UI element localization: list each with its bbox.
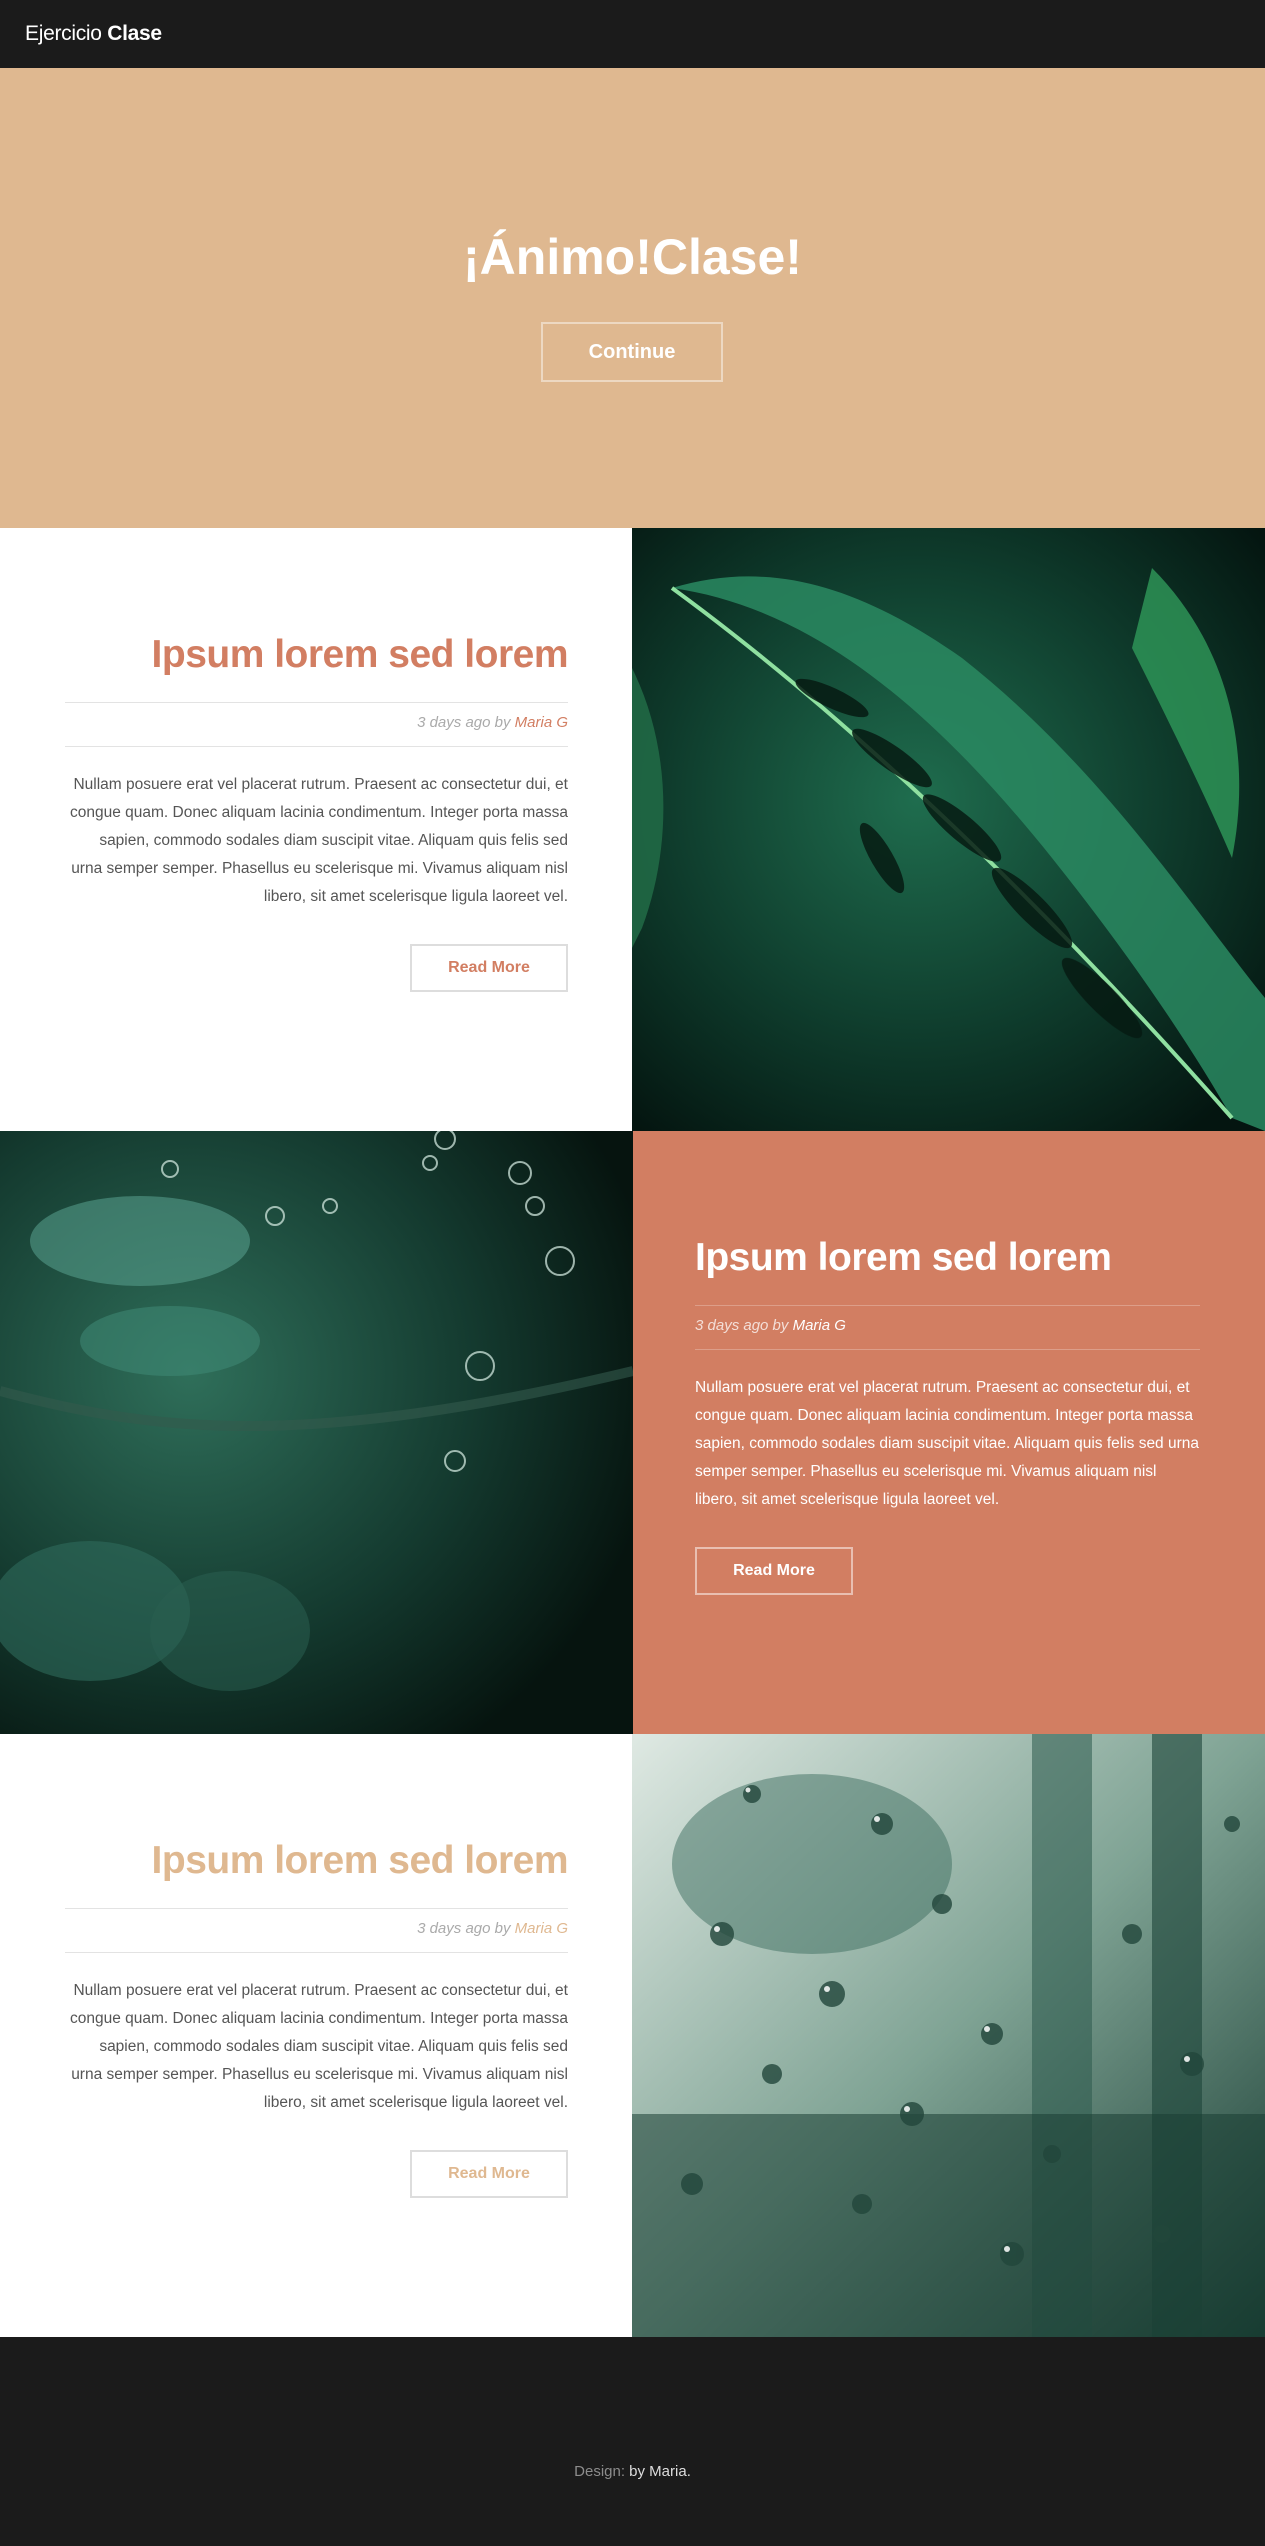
post-meta: 3 days ago by Maria G [417,714,568,731]
divider [695,1305,1200,1306]
spotlight-title: Ipsum lorem sed lorem [151,1839,569,1882]
post-meta: 3 days ago by Maria G [417,1920,568,1937]
spotlight-content: Ipsum lorem sed lorem 3 days ago by Mari… [0,528,632,1131]
spotlight-body: Nullam posuere erat vel placerat rutrum.… [70,776,568,905]
spotlight-2: Ipsum lorem sed lorem 3 days ago by Mari… [0,1131,1265,1734]
footer-label: Design: [574,2463,625,2480]
post-meta: 3 days ago by Maria G [695,1317,846,1334]
continue-button[interactable]: Continue [541,322,723,382]
read-more-button[interactable]: Read More [410,2150,568,2198]
author-link[interactable]: Maria G [793,1317,846,1334]
divider [65,702,568,703]
spotlight-body: Nullam posuere erat vel placerat rutrum.… [70,1982,568,2111]
post-time: 3 days ago by [695,1317,789,1334]
top-header: Ejercicio Clase [0,0,1265,68]
divider [65,1952,568,1953]
footer-credits: Design: by Maria. [0,2463,1265,2480]
footer-author: by Maria. [629,2463,691,2480]
brand-light: Ejercicio [25,22,102,45]
brand-bold: Clase [107,22,162,45]
divider [695,1349,1200,1350]
banner-title: ¡Ánimo!Clase! [463,229,802,285]
spotlight-1: Ipsum lorem sed lorem 3 days ago by Mari… [0,528,1265,1131]
site-logo[interactable]: Ejercicio Clase [25,22,162,46]
post-time: 3 days ago by [417,1920,511,1937]
site-footer: Design: by Maria. [0,2337,1265,2546]
post-time: 3 days ago by [417,714,511,731]
author-link[interactable]: Maria G [515,714,568,731]
spotlight-body: Nullam posuere erat vel placerat rutrum.… [695,1379,1200,1508]
divider [65,1908,568,1909]
dew-plant-image [0,1131,633,1734]
spotlight-title: Ipsum lorem sed lorem [695,1236,1112,1279]
read-more-button[interactable]: Read More [410,944,568,992]
spotlight-content: Ipsum lorem sed lorem 3 days ago by Mari… [0,1734,632,2337]
spotlight-3: Ipsum lorem sed lorem 3 days ago by Mari… [0,1734,1265,2337]
author-link[interactable]: Maria G [515,1920,568,1937]
spotlight-content: Ipsum lorem sed lorem 3 days ago by Mari… [633,1131,1265,1734]
spotlight-title: Ipsum lorem sed lorem [151,633,569,676]
hero-banner: ¡Ánimo!Clase! Continue [0,68,1265,528]
raindrops-window-image [632,1734,1265,2337]
monstera-leaf-image [632,528,1265,1131]
read-more-button[interactable]: Read More [695,1547,853,1595]
divider [65,746,568,747]
